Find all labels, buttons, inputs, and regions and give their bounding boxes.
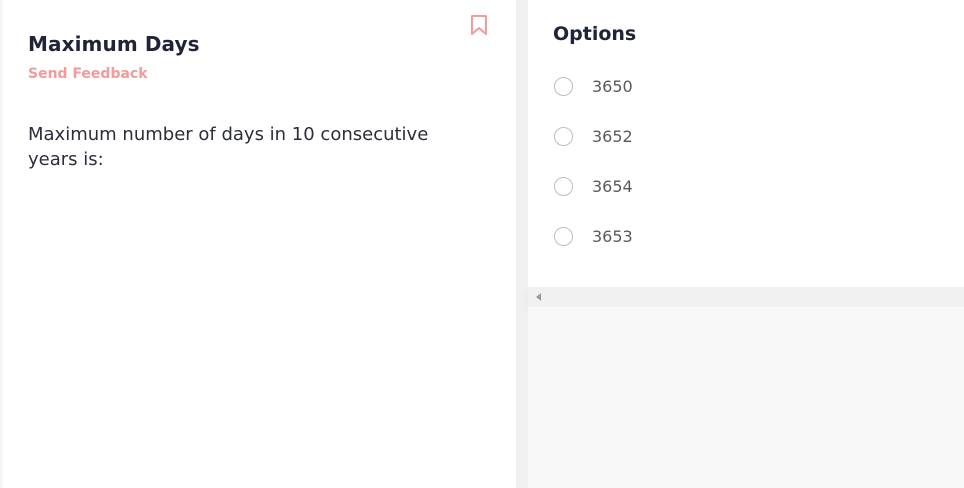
panel-edge [0,0,4,488]
horizontal-scrollbar[interactable] [528,287,964,307]
option-label: 3654 [592,176,633,196]
question-text: Maximum number of days in 10 consecutive… [28,124,429,170]
option-item[interactable]: 3653 [554,224,633,248]
scroll-left-arrow-icon[interactable] [536,293,541,301]
options-card: Options 3650 3652 3654 3653 [528,0,964,287]
option-item[interactable]: 3654 [554,174,633,198]
bookmark-icon[interactable] [470,14,488,36]
question-title: Maximum Days [28,32,200,56]
page-root: Maximum Days Send Feedback Maximum numbe… [0,0,964,488]
question-panel: Maximum Days Send Feedback Maximum numbe… [0,0,516,488]
empty-area [528,307,964,488]
send-feedback-link[interactable]: Send Feedback [28,66,148,82]
option-label: 3650 [592,76,633,96]
options-heading: Options [553,23,637,45]
radio-button[interactable] [554,126,573,146]
option-label: 3652 [592,126,633,146]
radio-button[interactable] [554,226,573,246]
panel-divider [516,0,528,488]
radio-button[interactable] [554,76,573,96]
option-label: 3653 [592,226,633,246]
radio-button[interactable] [554,176,573,196]
option-item[interactable]: 3652 [554,124,633,148]
option-item[interactable]: 3650 [554,74,633,98]
